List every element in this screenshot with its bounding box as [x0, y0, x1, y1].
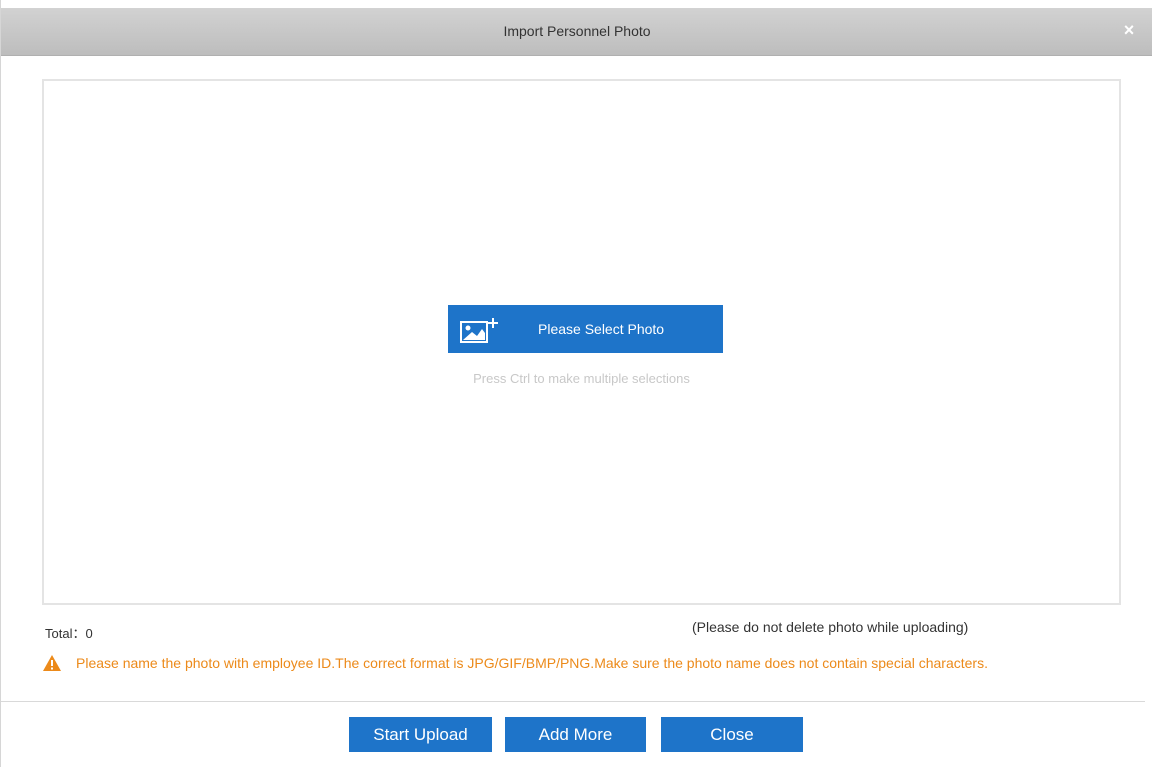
- upload-note: (Please do not delete photo while upload…: [692, 619, 969, 635]
- dialog-title: Import Personnel Photo: [503, 23, 651, 39]
- import-photo-dialog: Import Personnel Photo × Please Select P…: [0, 0, 1152, 767]
- select-photo-button[interactable]: Please Select Photo: [448, 305, 723, 353]
- close-icon[interactable]: ×: [1119, 20, 1139, 40]
- warning-text: Please name the photo with employee ID.T…: [76, 655, 988, 671]
- add-more-button[interactable]: Add More: [505, 717, 646, 752]
- multi-select-hint: Press Ctrl to make multiple selections: [473, 371, 690, 386]
- total-value: 0: [85, 626, 93, 641]
- total-count: Total：0: [45, 623, 93, 642]
- dialog-titlebar: Import Personnel Photo ×: [1, 8, 1152, 56]
- total-label: Total：: [45, 626, 86, 641]
- add-image-icon: [460, 318, 498, 343]
- photo-dropzone[interactable]: Please Select Photo Press Ctrl to make m…: [42, 79, 1121, 605]
- start-upload-button[interactable]: Start Upload: [349, 717, 492, 752]
- footer-divider: [1, 701, 1145, 702]
- close-button[interactable]: Close: [661, 717, 803, 752]
- select-photo-label: Please Select Photo: [538, 321, 665, 337]
- warning-triangle-icon: [43, 655, 61, 671]
